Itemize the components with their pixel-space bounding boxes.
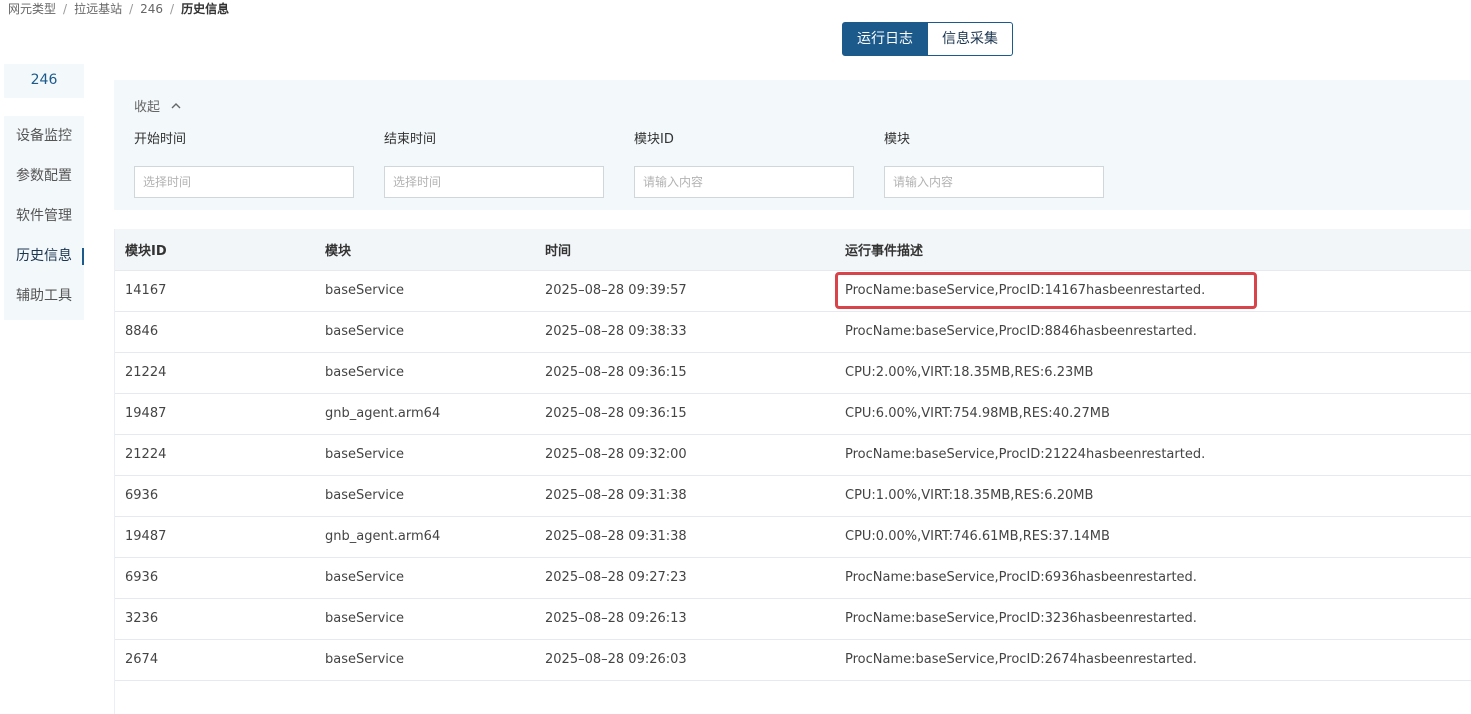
cell-module: baseService [315, 270, 535, 312]
start-time-input[interactable] [134, 166, 354, 198]
cell-event-desc: ProcName:baseService,ProcID:6936hasbeenr… [835, 557, 1471, 599]
cell-module-id: 8846 [115, 311, 315, 353]
breadcrumb-separator: / [129, 2, 134, 16]
cell-time: 2025–08–28 09:31:38 [535, 516, 835, 558]
sidebar-item-aux-tools[interactable]: 辅助工具 [4, 276, 84, 316]
table-row[interactable]: 14167 baseService 2025–08–28 09:39:57 ProcN… [115, 270, 1471, 312]
breadcrumb-item-device[interactable]: 246 [140, 1, 163, 17]
page: 网元类型 / 拉远基站 / 246 / 历史信息 运行日志 信息采集 246 设… [0, 0, 1471, 714]
device-id-badge: 246 [4, 64, 84, 98]
cell-time: 2025–08–28 09:38:33 [535, 311, 835, 353]
table-row[interactable]: 19487 gnb_agent.arm64 2025–08–28 09:31:38 C… [115, 516, 1471, 558]
column-header-time[interactable]: 时间 [535, 229, 835, 271]
start-time-label: 开始时间 [134, 132, 187, 147]
module-id-field: 模块ID [634, 132, 854, 198]
collapse-toggle[interactable]: 收起 [134, 96, 182, 115]
cell-event-desc: ProcName:baseService,ProcID:2674hasbeenr… [835, 639, 1471, 681]
collapse-label: 收起 [134, 100, 161, 115]
cell-module: baseService [315, 311, 535, 353]
sidebar-item-software-mgmt[interactable]: 软件管理 [4, 196, 84, 236]
table-row[interactable]: 2674 baseService 2025–08–28 09:26:03 ProcNa… [115, 639, 1471, 681]
breadcrumb-item-remote-station[interactable]: 拉远基站 [74, 1, 122, 17]
cell-module: baseService [315, 352, 535, 394]
cell-module-id: 21224 [115, 434, 315, 476]
cell-time: 2025–08–28 09:36:15 [535, 352, 835, 394]
module-label: 模块 [884, 132, 911, 147]
table-row[interactable]: 21224 baseService 2025–08–28 09:32:00 ProcN… [115, 434, 1471, 476]
tab-info-collect[interactable]: 信息采集 [928, 22, 1013, 56]
cell-event-desc: CPU:0.00%,VIRT:746.61MB,RES:37.14MB [835, 516, 1471, 558]
table-row[interactable]: 21224 baseService 2025–08–28 09:36:15 CPU:2… [115, 352, 1471, 394]
cell-time: 2025–08–28 09:26:03 [535, 639, 835, 681]
cell-module: baseService [315, 639, 535, 681]
column-header-module-id[interactable]: 模块ID [115, 229, 315, 271]
tab-run-log[interactable]: 运行日志 [842, 22, 928, 56]
cell-module-id: 6936 [115, 557, 315, 599]
table-row[interactable]: 6936 baseService 2025–08–28 09:31:38 CPU:1.… [115, 475, 1471, 517]
breadcrumb-separator: / [63, 2, 68, 16]
module-id-input[interactable] [634, 166, 854, 198]
column-header-module[interactable]: 模块 [315, 229, 535, 271]
module-input[interactable] [884, 166, 1104, 198]
cell-event-desc: ProcName:baseService,ProcID:8846hasbeenr… [835, 311, 1471, 353]
cell-module: baseService [315, 434, 535, 476]
cell-module: gnb_agent.arm64 [315, 393, 535, 435]
start-time-field: 开始时间 [134, 132, 354, 198]
cell-event-desc: ProcName:baseService,ProcID:3236hasbeenr… [835, 598, 1471, 640]
cell-module-id: 6936 [115, 475, 315, 517]
cell-time: 2025–08–28 09:27:23 [535, 557, 835, 599]
cell-module: gnb_agent.arm64 [315, 516, 535, 558]
cell-module-id: 19487 [115, 393, 315, 435]
end-time-input[interactable] [384, 166, 604, 198]
cell-time: 2025–08–28 09:36:15 [535, 393, 835, 435]
cell-event-desc: CPU:2.00%,VIRT:18.35MB,RES:6.23MB [835, 352, 1471, 394]
cell-module: baseService [315, 475, 535, 517]
table-header-row: 模块ID 模块 时间 运行事件描述 [115, 229, 1471, 271]
cell-module: baseService [315, 598, 535, 640]
log-tabs: 运行日志 信息采集 [842, 22, 1013, 56]
breadcrumb-item-ne-type[interactable]: 网元类型 [8, 1, 56, 17]
table-row[interactable]: 6936 baseService 2025–08–28 09:27:23 ProcNa… [115, 557, 1471, 599]
cell-time: 2025–08–28 09:39:57 [535, 270, 835, 312]
cell-time: 2025–08–28 09:26:13 [535, 598, 835, 640]
log-table: 模块ID 模块 时间 运行事件描述 14167 baseService 2025–0… [115, 229, 1471, 681]
sidebar-item-history[interactable]: 历史信息 [4, 236, 84, 276]
sidebar-item-param-config[interactable]: 参数配置 [4, 156, 84, 196]
cell-module-id: 3236 [115, 598, 315, 640]
table-row[interactable]: 8846 baseService 2025–08–28 09:38:33 ProcNa… [115, 311, 1471, 353]
sidebar-item-device-monitor[interactable]: 设备监控 [4, 116, 84, 156]
table-row[interactable]: 3236 baseService 2025–08–28 09:26:13 ProcNa… [115, 598, 1471, 640]
cell-module-id: 19487 [115, 516, 315, 558]
cell-time: 2025–08–28 09:32:00 [535, 434, 835, 476]
cell-module-id: 21224 [115, 352, 315, 394]
module-field: 模块 [884, 132, 1104, 198]
cell-module-id: 14167 [115, 270, 315, 312]
filter-panel: 收起 开始时间 结束时间 模块ID 模块 [114, 80, 1471, 210]
end-time-label: 结束时间 [384, 132, 437, 147]
cell-event-desc: CPU:1.00%,VIRT:18.35MB,RES:6.20MB [835, 475, 1471, 517]
module-id-label: 模块ID [634, 132, 674, 147]
end-time-field: 结束时间 [384, 132, 604, 198]
cell-module: baseService [315, 557, 535, 599]
cell-module-id: 2674 [115, 639, 315, 681]
breadcrumb-separator: / [170, 2, 175, 16]
cell-time: 2025–08–28 09:31:38 [535, 475, 835, 517]
cell-event-desc: CPU:6.00%,VIRT:754.98MB,RES:40.27MB [835, 393, 1471, 435]
table-row[interactable]: 19487 gnb_agent.arm64 2025–08–28 09:36:15 C… [115, 393, 1471, 435]
cell-event-desc: ProcName:baseService,ProcID:21224hasbeen… [835, 434, 1471, 476]
column-header-event-desc[interactable]: 运行事件描述 [835, 229, 1471, 271]
cell-event-desc: ProcName:baseService,ProcID:14167hasbeen… [835, 270, 1471, 312]
breadcrumb: 网元类型 / 拉远基站 / 246 / 历史信息 [8, 1, 229, 17]
log-table-container: 模块ID 模块 时间 运行事件描述 14167 baseService 2025–0… [114, 229, 1471, 714]
sidebar-nav: 设备监控 参数配置 软件管理 历史信息 辅助工具 [4, 116, 84, 320]
chevron-up-icon [171, 102, 181, 108]
breadcrumb-item-current: 历史信息 [181, 2, 230, 16]
